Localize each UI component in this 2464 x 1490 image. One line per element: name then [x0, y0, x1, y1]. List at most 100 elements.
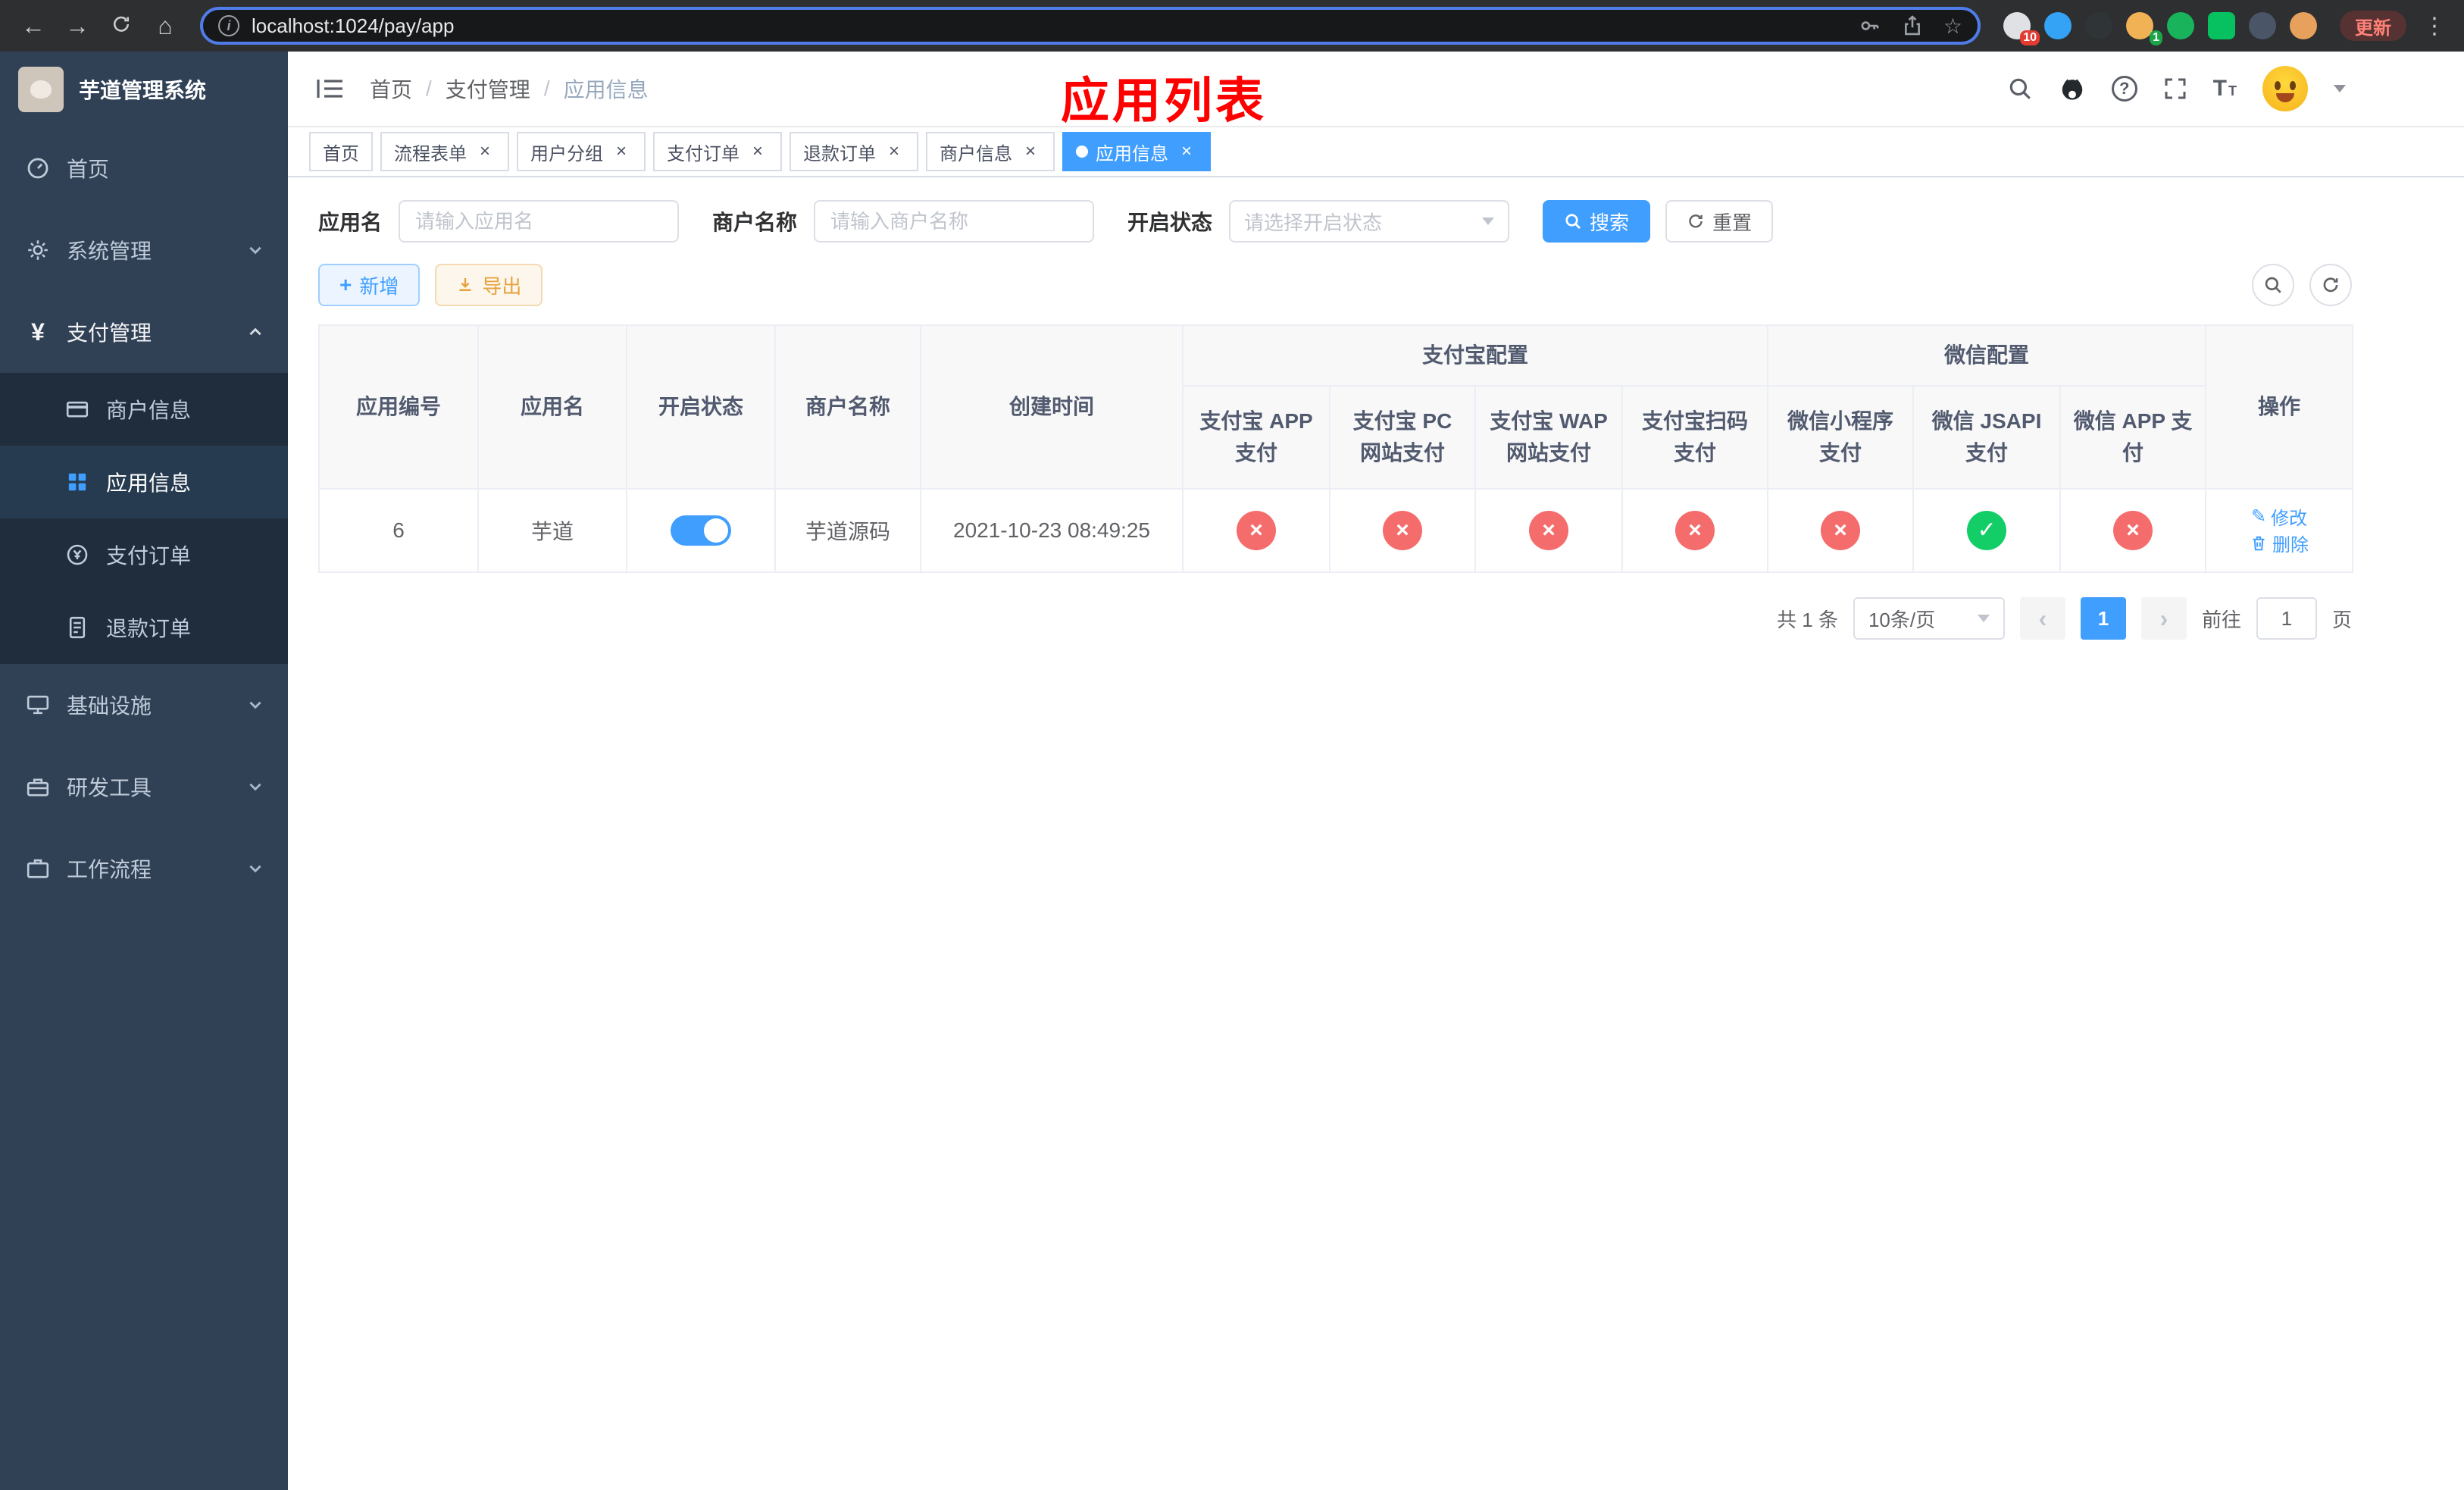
tab-close-icon[interactable]: × [611, 141, 632, 162]
browser-reload-button[interactable] [106, 14, 136, 39]
tab-close-icon[interactable]: × [883, 141, 905, 162]
edit-icon: ✎ [2250, 506, 2267, 527]
tab-close-icon[interactable]: × [1176, 141, 1197, 162]
extension-icon-4[interactable]: 1 [2126, 12, 2162, 45]
bookmark-star-icon[interactable]: ☆ [1943, 14, 1962, 39]
cell-app-name: 芋道 [477, 488, 627, 573]
breadcrumb-app-info: 应用信息 [563, 78, 649, 102]
trash-icon [2253, 536, 2265, 550]
toggle-search-button[interactable] [2252, 264, 2294, 306]
help-icon[interactable]: ? [2111, 76, 2137, 102]
tab-process-form[interactable]: 流程表单 × [380, 132, 509, 171]
share-icon[interactable] [1901, 14, 1924, 37]
tab-home[interactable]: 首页 [309, 132, 373, 171]
merchant-name-input[interactable] [814, 200, 1095, 243]
extension-icon-8[interactable] [2290, 12, 2317, 39]
status-select[interactable]: 请选择开启状态 [1229, 200, 1510, 243]
app-name-input[interactable] [399, 200, 680, 243]
browser-back-button[interactable]: ← [18, 14, 48, 38]
sidebar-item-payment[interactable]: ¥ 支付管理 [0, 291, 288, 373]
extension-icon-7[interactable] [2249, 12, 2276, 39]
browser-forward-button[interactable]: → [62, 14, 92, 38]
table-toolbar: + 新增 导出 [318, 264, 2352, 306]
tab-app-info[interactable]: 应用信息 × [1062, 132, 1211, 171]
chevron-down-icon [1482, 218, 1495, 225]
font-size-icon[interactable]: TT [2213, 76, 2237, 102]
group-alipay-config: 支付宝配置 [1181, 324, 1769, 387]
goto-prefix: 前往 [2201, 608, 2241, 631]
prev-page-button[interactable]: ‹ [2019, 597, 2065, 640]
sidebar-item-dev-tools[interactable]: 研发工具 [0, 746, 288, 828]
extension-icon-3[interactable] [2085, 12, 2112, 39]
sidebar-item-merchant-info[interactable]: 商户信息 [0, 373, 288, 446]
reset-button[interactable]: 重置 [1665, 200, 1774, 243]
page-size-select[interactable]: 10条/页 [1853, 597, 2005, 640]
browser-menu-button[interactable]: ⋮ [2423, 13, 2446, 39]
breadcrumb-payment[interactable]: 支付管理 [446, 74, 530, 104]
wx-app-disabled-icon: × [2113, 511, 2153, 550]
page-content: 应用名 商户名称 开启状态 请选择开启状态 [288, 177, 2464, 1490]
sidebar-item-workflow[interactable]: 工作流程 [0, 828, 288, 909]
tab-close-icon[interactable]: × [474, 141, 496, 162]
export-button[interactable]: 导出 [435, 264, 543, 306]
extension-icon-2[interactable] [2044, 12, 2072, 39]
tab-merchant-info[interactable]: 商户信息 × [926, 132, 1055, 171]
sidebar-item-refund-orders[interactable]: 退款订单 [0, 591, 288, 664]
sidebar-item-app-info[interactable]: 应用信息 [0, 446, 288, 518]
delete-link[interactable]: 删除 [2250, 530, 2309, 556]
wx-mini-disabled-icon: × [1821, 511, 1861, 550]
password-key-icon[interactable] [1859, 14, 1881, 37]
search-icon[interactable] [2007, 76, 2033, 102]
edit-link[interactable]: ✎ 修改 [2251, 503, 2307, 530]
dashboard-icon [24, 155, 52, 182]
add-button[interactable]: + 新增 [318, 264, 421, 306]
pagination: 共 1 条 10条/页 ‹ 1 › 前往 页 [318, 597, 2352, 640]
tab-refund-orders[interactable]: 退款订单 × [790, 132, 918, 171]
browser-update-button[interactable]: 更新 [2340, 11, 2406, 41]
payment-submenu: 商户信息 应用信息 支付订单 退款订单 [0, 373, 288, 664]
sidebar-item-system[interactable]: 系统管理 [0, 209, 288, 291]
briefcase-icon [24, 855, 52, 882]
extension-badge: 10 [2020, 30, 2040, 45]
search-icon [2265, 277, 2281, 293]
refresh-table-button[interactable] [2309, 264, 2352, 306]
site-info-icon[interactable]: i [218, 15, 239, 36]
sidebar-item-home[interactable]: 首页 [0, 127, 288, 209]
hamburger-icon [317, 80, 342, 98]
address-bar[interactable]: i localhost:1024/pay/app ☆ [200, 7, 1981, 45]
table-row: 6 芋道 芋道源码 2021-10-23 08:49:25 × × × × × … [318, 488, 2354, 573]
avatar[interactable] [2262, 66, 2308, 111]
col-alipay-pc: 支付宝 PC 网站支付 [1329, 385, 1476, 490]
extension-icon-6[interactable] [2208, 12, 2235, 39]
tab-pay-orders[interactable]: 支付订单 × [653, 132, 782, 171]
sidebar-item-infrastructure[interactable]: 基础设施 [0, 664, 288, 746]
page-number-1[interactable]: 1 [2080, 597, 2126, 640]
chevron-down-icon [249, 783, 261, 791]
active-tab-dot [1076, 146, 1088, 158]
extension-icon-5[interactable] [2167, 12, 2194, 39]
fullscreen-icon[interactable] [2163, 77, 2187, 101]
avatar-caret-icon[interactable] [2334, 85, 2346, 92]
tab-close-icon[interactable]: × [1020, 141, 1041, 162]
filter-form: 应用名 商户名称 开启状态 请选择开启状态 [318, 200, 2352, 243]
sidebar-toggle-button[interactable] [315, 77, 346, 101]
tab-user-group[interactable]: 用户分组 × [517, 132, 646, 171]
col-app-id: 应用编号 [318, 324, 479, 490]
search-button[interactable]: 搜索 [1543, 200, 1651, 243]
col-alipay-qr: 支付宝扫码支付 [1621, 385, 1769, 490]
goto-page-input[interactable] [2256, 597, 2317, 640]
browser-chrome: ← → ⌂ i localhost:1024/pay/app ☆ 10 1 更新 [0, 0, 2464, 52]
sidebar-item-pay-orders[interactable]: 支付订单 [0, 518, 288, 591]
breadcrumb-home[interactable]: 首页 [370, 74, 412, 104]
tab-close-icon[interactable]: × [747, 141, 768, 162]
browser-home-button[interactable]: ⌂ [150, 14, 180, 38]
github-icon[interactable] [2059, 75, 2086, 102]
extension-icon-1[interactable]: 10 [2003, 12, 2040, 45]
status-toggle[interactable] [671, 515, 731, 546]
next-page-button[interactable]: › [2140, 597, 2187, 640]
extensions-row: 10 1 [2003, 12, 2317, 45]
app-title: 芋道管理系统 [79, 79, 207, 102]
app-logo: 芋道管理系统 [0, 52, 288, 127]
col-app-name: 应用名 [477, 324, 627, 490]
search-icon [1565, 214, 1581, 229]
